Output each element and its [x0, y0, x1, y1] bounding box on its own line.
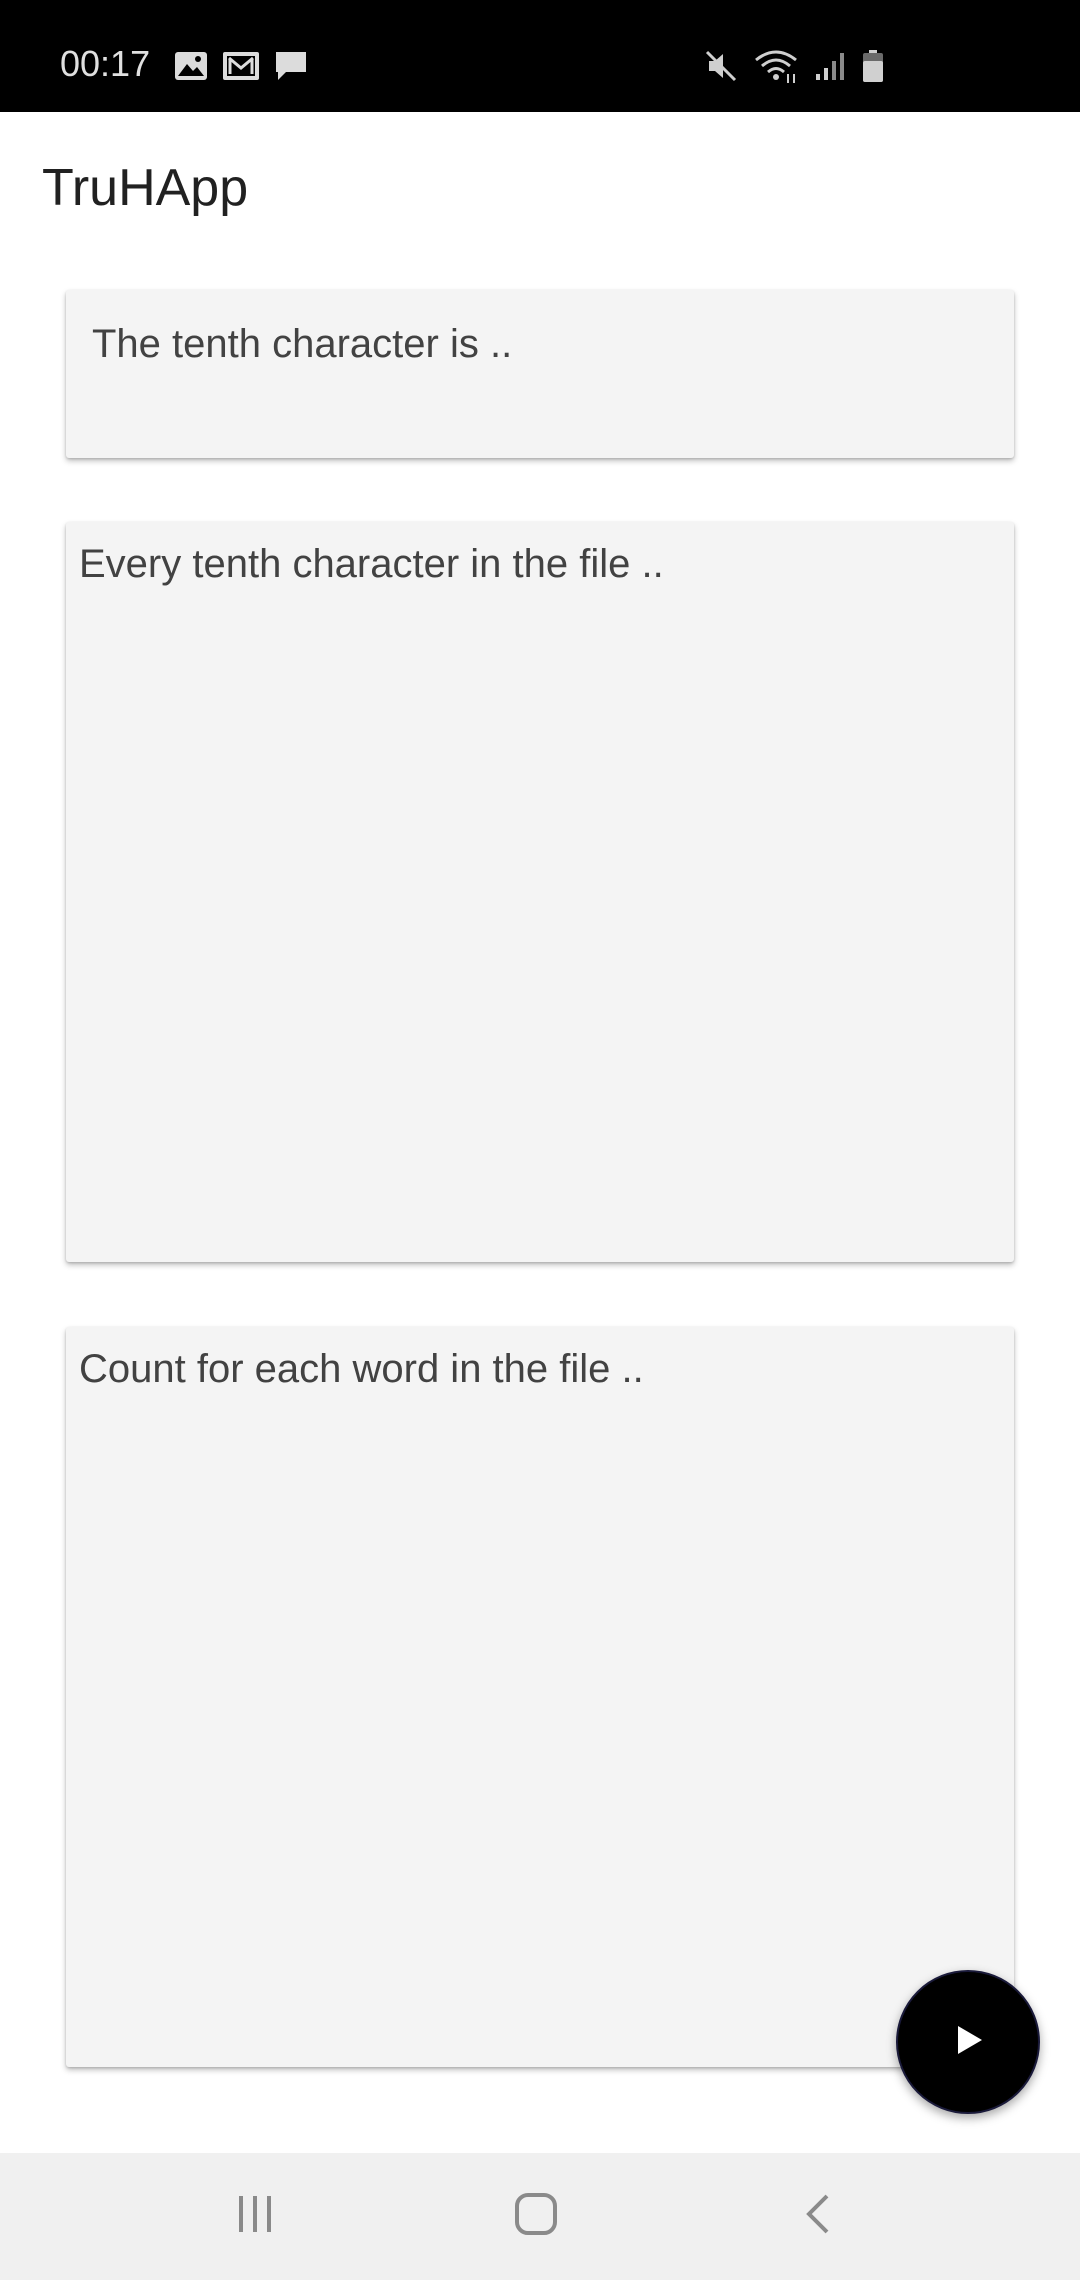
status-bar: 00:17: [0, 0, 1080, 112]
gmail-icon: [222, 51, 260, 86]
recents-icon: [233, 2194, 277, 2239]
every-tenth-character-card[interactable]: Every tenth character in the file ..: [66, 522, 1014, 1262]
back-button[interactable]: [718, 2153, 918, 2280]
gallery-icon: [174, 51, 208, 86]
back-icon: [803, 2192, 833, 2241]
mute-icon: [704, 49, 738, 88]
word-count-card[interactable]: Count for each word in the file ..: [66, 1327, 1014, 2067]
status-time: 00:17: [60, 43, 151, 84]
app-title: TruHApp: [42, 159, 249, 217]
wifi-icon: [754, 48, 798, 89]
every-tenth-character-text: Every tenth character in the file ..: [79, 542, 664, 586]
play-button[interactable]: [896, 1970, 1040, 2114]
tenth-character-card: The tenth character is ..: [66, 290, 1014, 458]
battery-icon: [862, 49, 884, 88]
play-icon: [948, 2020, 988, 2065]
word-count-text: Count for each word in the file ..: [79, 1347, 644, 1391]
status-notification-icons: [174, 50, 308, 87]
home-icon: [513, 2191, 559, 2242]
message-icon: [274, 50, 308, 87]
home-button[interactable]: [436, 2153, 636, 2280]
app-bar: TruHApp: [0, 112, 1080, 262]
signal-icon: [814, 50, 846, 87]
navigation-bar: [0, 2153, 1080, 2280]
status-system-icons: [704, 48, 884, 89]
tenth-character-text: The tenth character is ..: [92, 322, 513, 366]
recents-button[interactable]: [155, 2153, 355, 2280]
